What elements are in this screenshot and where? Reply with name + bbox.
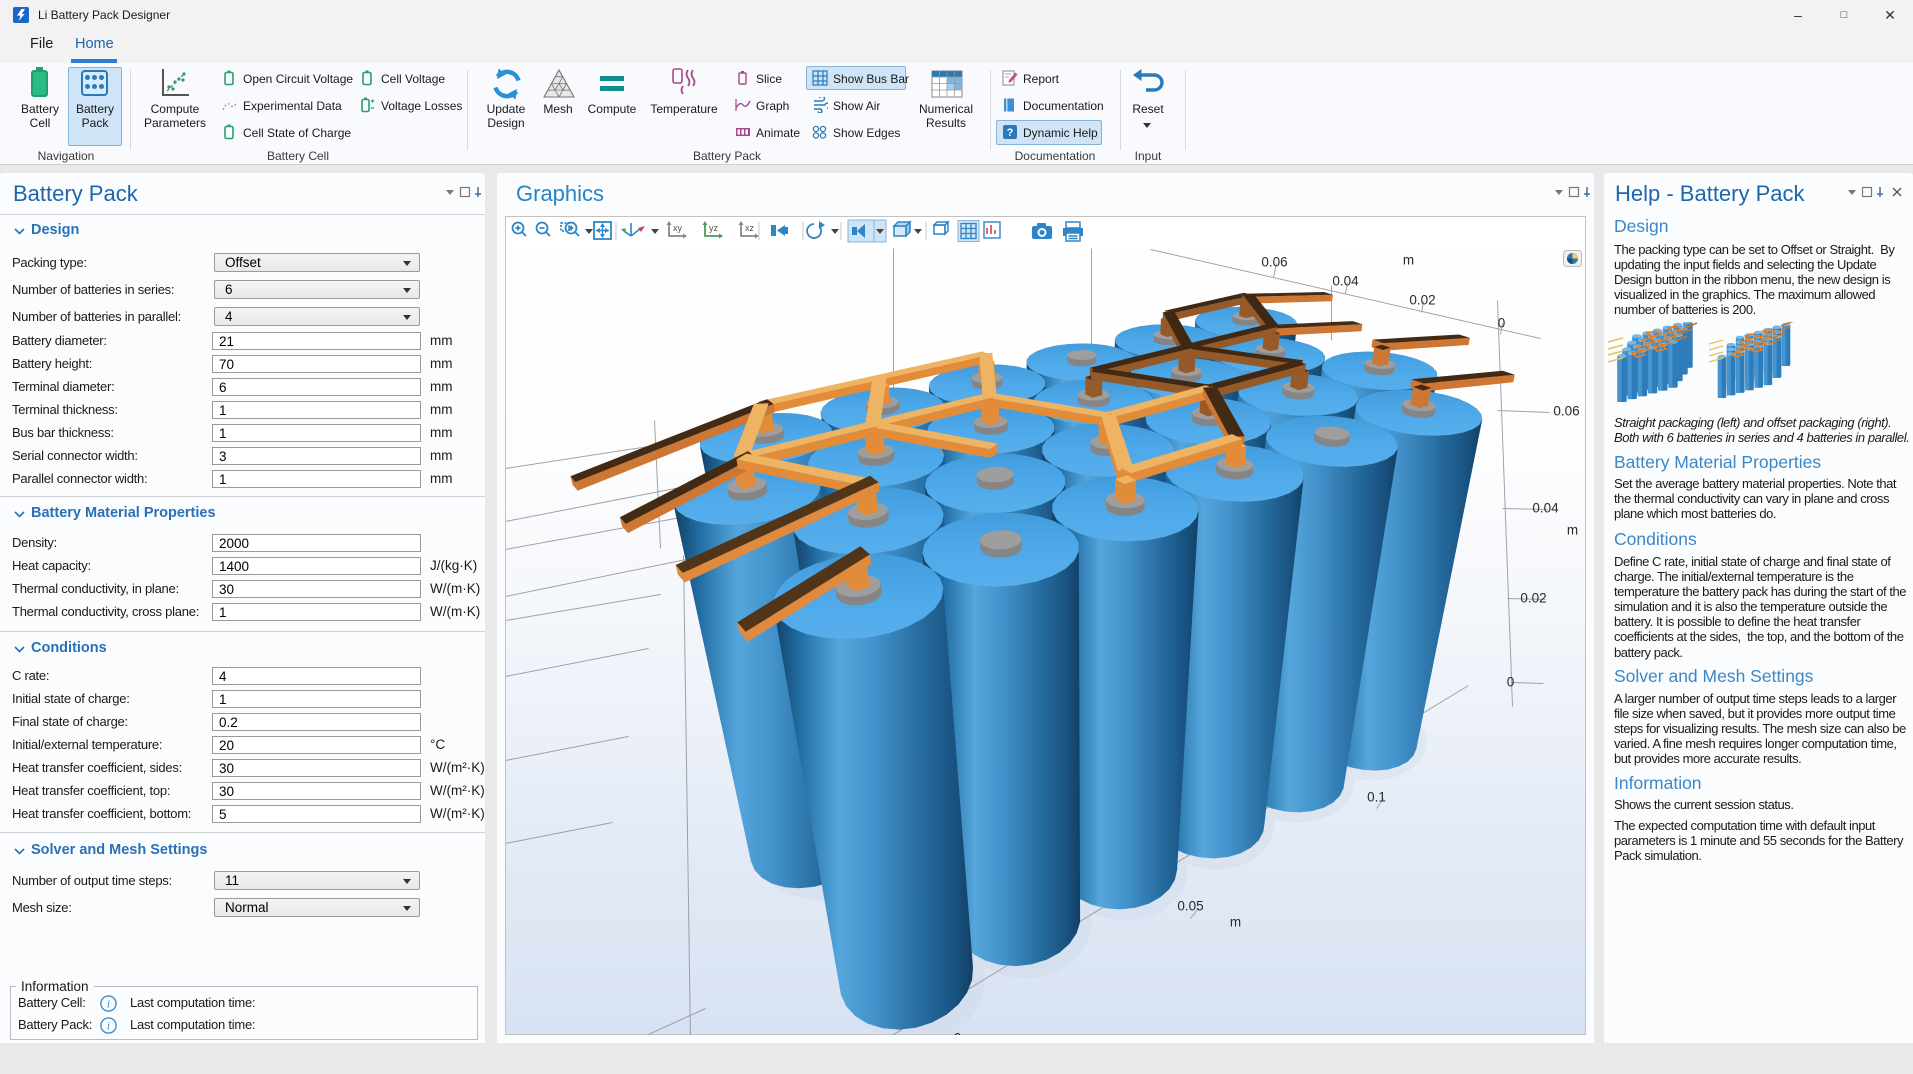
svg-text:0.06: 0.06 [1261, 254, 1287, 269]
svg-text:?: ? [1007, 127, 1014, 139]
svg-text:i: i [107, 1021, 110, 1033]
svg-text:m: m [1566, 522, 1577, 537]
svg-text:m: m [1229, 914, 1240, 929]
svg-text:0: 0 [1497, 315, 1505, 330]
svg-text:0: 0 [1506, 674, 1514, 689]
svg-text:0.04: 0.04 [1532, 500, 1559, 515]
svg-text:0.06: 0.06 [1553, 403, 1579, 418]
svg-text:0.04: 0.04 [1332, 273, 1359, 288]
svg-text:i: i [107, 999, 110, 1011]
svg-text:0.05: 0.05 [1177, 898, 1203, 913]
svg-text:0.02: 0.02 [1520, 590, 1546, 605]
svg-text:m: m [1402, 252, 1413, 267]
svg-text:0.02: 0.02 [1409, 292, 1435, 307]
svg-text:0.1: 0.1 [1367, 789, 1386, 804]
svg-text:0: 0 [953, 1030, 961, 1035]
